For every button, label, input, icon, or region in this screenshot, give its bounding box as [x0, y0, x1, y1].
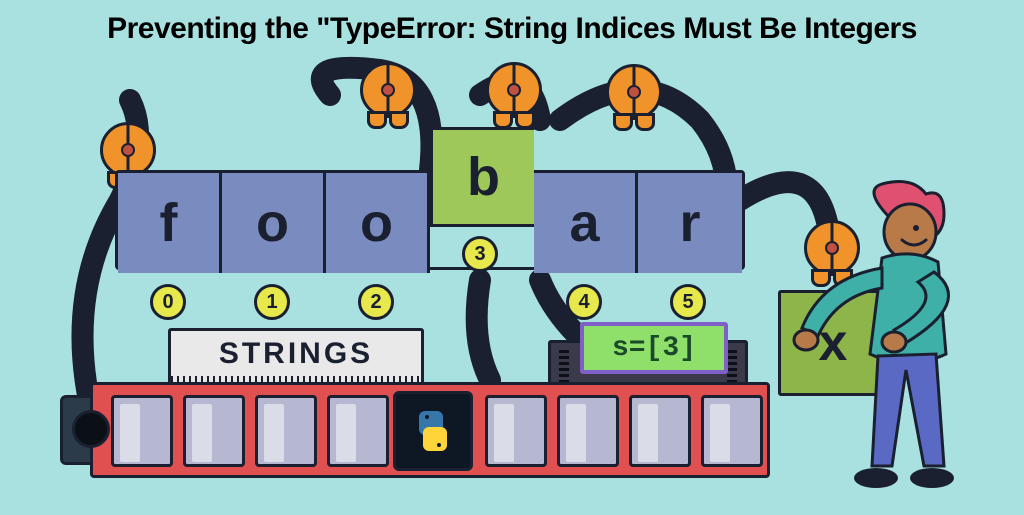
char-cell: f [118, 173, 222, 273]
index-badge: 2 [358, 284, 394, 320]
char-cell: o [326, 173, 430, 273]
index-badge: 4 [566, 284, 602, 320]
illustration-stage: f o o b a r 0 1 2 3 4 5 STRINGS s=[3] [0, 0, 1024, 512]
char-cell: r [638, 173, 742, 273]
python-logo-icon [393, 391, 473, 471]
claw-icon [486, 62, 542, 118]
claw-icon [360, 62, 416, 118]
index-badge: 5 [670, 284, 706, 320]
machine-slot [327, 395, 389, 467]
machine-slot [255, 395, 317, 467]
char-cell: a [534, 173, 638, 273]
machine-slot [701, 395, 763, 467]
strings-label: STRINGS [168, 328, 424, 380]
machine-slot [183, 395, 245, 467]
claw-icon [606, 64, 662, 120]
person-character [782, 180, 992, 500]
char-cell: o [222, 173, 326, 273]
machine-slot [557, 395, 619, 467]
machine-base [90, 382, 770, 478]
string-char-row: f o o b a r [115, 170, 745, 270]
index-badge: 1 [254, 284, 290, 320]
machine-slot [485, 395, 547, 467]
code-display: s=[3] [580, 322, 728, 374]
machine-slot [629, 395, 691, 467]
base-port-icon [72, 410, 110, 448]
machine-slot [111, 395, 173, 467]
char-cell-highlight: b [430, 127, 534, 227]
index-badge-highlight: 3 [462, 236, 498, 272]
index-badge: 0 [150, 284, 186, 320]
